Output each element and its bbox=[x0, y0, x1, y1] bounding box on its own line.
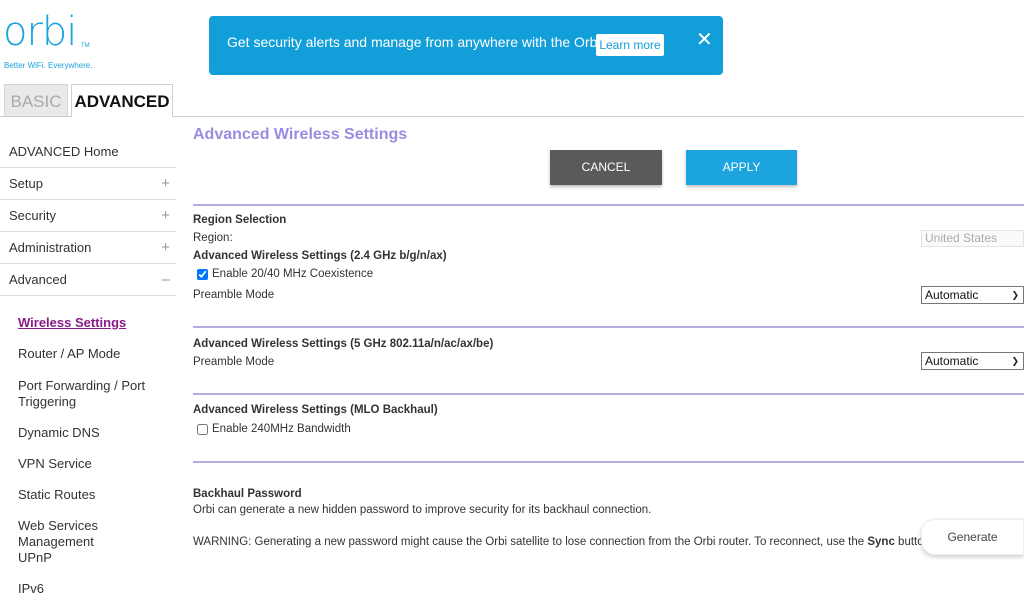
logo-tm: TM bbox=[81, 43, 90, 49]
chevron-down-icon: ❯ bbox=[1011, 290, 1019, 300]
generate-button[interactable]: Generate bbox=[921, 519, 1024, 555]
tab-basic[interactable]: BASIC bbox=[4, 84, 68, 116]
coexistence-label: Enable 20/40 MHz Coexistence bbox=[212, 268, 374, 280]
sidebar-item-label: ADVANCED Home bbox=[9, 144, 119, 159]
learn-more-button[interactable]: Learn more bbox=[596, 34, 664, 56]
banner-message: Get security alerts and manage from anyw… bbox=[227, 34, 633, 50]
sidebar-item-label: Security bbox=[9, 208, 56, 223]
expand-icon: + bbox=[161, 175, 170, 192]
preamble-select-24[interactable]: Automatic ❯ bbox=[921, 286, 1024, 304]
bandwidth-label: Enable 240MHz Bandwidth bbox=[212, 423, 351, 435]
sidebar-item-security[interactable]: Security + bbox=[0, 200, 176, 232]
mlo-section-title: Advanced Wireless Settings (MLO Backhaul… bbox=[193, 404, 438, 416]
coexistence-checkbox[interactable] bbox=[197, 268, 208, 280]
tab-advanced[interactable]: ADVANCED bbox=[71, 84, 173, 117]
preamble-label-24: Preamble Mode bbox=[193, 289, 275, 301]
collapse-icon: – bbox=[161, 271, 170, 288]
logo-tagline: Better WiFi. Everywhere. bbox=[4, 61, 93, 70]
preamble-value-5: Automatic bbox=[925, 354, 979, 368]
band5-section-title: Advanced Wireless Settings (5 GHz 802.11… bbox=[193, 338, 494, 350]
preamble-value-24: Automatic bbox=[925, 288, 979, 302]
region-label: Region: bbox=[193, 232, 233, 244]
region-section-title: Region Selection bbox=[193, 214, 287, 226]
bandwidth-checkbox[interactable] bbox=[197, 423, 208, 435]
expand-icon: + bbox=[161, 239, 170, 256]
sidebar-sub-wireless-settings[interactable]: Wireless Settings bbox=[18, 315, 168, 331]
sidebar-sub-web-services[interactable]: Web Services Management bbox=[18, 518, 168, 550]
bandwidth-option[interactable]: Enable 240MHz Bandwidth bbox=[197, 423, 351, 435]
sidebar-sub-static-routes[interactable]: Static Routes bbox=[18, 487, 168, 503]
section-divider bbox=[193, 204, 1024, 206]
sidebar-sub-vpn-service[interactable]: VPN Service bbox=[18, 456, 168, 472]
sidebar: ADVANCED Home Setup + Security + Administr… bbox=[0, 136, 176, 296]
band24-section-title: Advanced Wireless Settings (2.4 GHz b/g/… bbox=[193, 250, 447, 262]
warning-text: WARNING: Generating a new password might… bbox=[193, 536, 868, 548]
sidebar-sub-ipv6[interactable]: IPv6 bbox=[18, 581, 168, 597]
sidebar-item-label: Advanced bbox=[9, 272, 67, 287]
sidebar-sub-dynamic-dns[interactable]: Dynamic DNS bbox=[18, 425, 168, 441]
backhaul-warning: WARNING: Generating a new password might… bbox=[193, 536, 930, 548]
backhaul-description: Orbi can generate a new hidden password … bbox=[193, 504, 652, 516]
expand-icon: + bbox=[161, 207, 170, 224]
sidebar-item-setup[interactable]: Setup + bbox=[0, 168, 176, 200]
sidebar-item-label: Administration bbox=[9, 240, 92, 255]
cancel-button[interactable]: CANCEL bbox=[550, 150, 662, 185]
section-divider bbox=[193, 461, 1024, 463]
sidebar-sub-port-forwarding[interactable]: Port Forwarding / Port Triggering bbox=[18, 378, 168, 410]
sidebar-item-label: Setup bbox=[9, 176, 43, 191]
backhaul-section-title: Backhaul Password bbox=[193, 488, 302, 500]
section-divider bbox=[193, 326, 1024, 328]
page-title: Advanced Wireless Settings bbox=[193, 126, 408, 143]
region-field: United States bbox=[921, 230, 1024, 247]
sidebar-item-advanced[interactable]: Advanced – bbox=[0, 264, 176, 296]
sidebar-sub-router-ap-mode[interactable]: Router / AP Mode bbox=[18, 346, 168, 362]
preamble-select-5[interactable]: Automatic ❯ bbox=[921, 352, 1024, 370]
close-icon[interactable]: ✕ bbox=[696, 30, 713, 50]
orbi-logo: orbi TM Better WiFi. Everywhere. bbox=[3, 9, 92, 70]
sync-keyword: Sync bbox=[867, 536, 895, 548]
section-divider bbox=[193, 393, 1024, 395]
app-promo-banner: Get security alerts and manage from anyw… bbox=[209, 16, 723, 75]
sidebar-item-administration[interactable]: Administration + bbox=[0, 232, 176, 264]
preamble-label-5: Preamble Mode bbox=[193, 356, 275, 368]
logo-text: orbi bbox=[3, 9, 77, 55]
apply-button[interactable]: APPLY bbox=[686, 150, 797, 185]
sidebar-sub-upnp[interactable]: UPnP bbox=[18, 550, 168, 566]
chevron-down-icon: ❯ bbox=[1011, 356, 1019, 366]
sidebar-item-advanced-home[interactable]: ADVANCED Home bbox=[0, 136, 176, 168]
coexistence-option[interactable]: Enable 20/40 MHz Coexistence bbox=[197, 268, 373, 280]
